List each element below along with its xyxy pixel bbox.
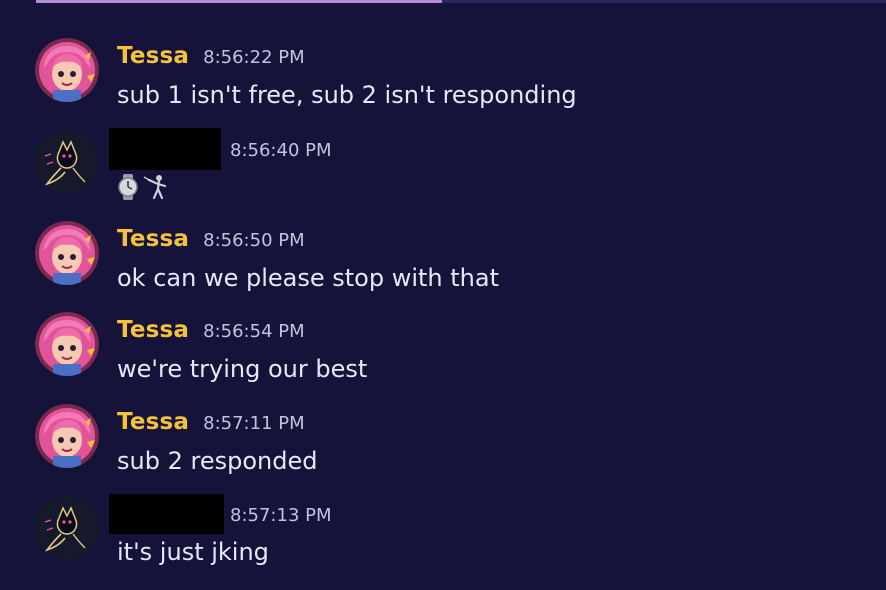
emoji-row [117, 174, 169, 204]
timestamp: 8:57:13 PM [230, 505, 332, 526]
message-text: we're trying our best [117, 355, 368, 383]
avatar-tessa[interactable] [35, 38, 99, 102]
avatar-tessa-image [35, 221, 99, 285]
timestamp: 8:56:50 PM [203, 230, 305, 251]
message-text: sub 2 responded [117, 447, 318, 475]
timestamp: 8:56:22 PM [203, 47, 305, 68]
watch-icon [117, 174, 139, 204]
redacted-username [109, 494, 224, 534]
author-name[interactable]: Tessa [117, 226, 189, 252]
top-divider-highlight [36, 0, 442, 3]
message-text: sub 1 isn't free, sub 2 isn't responding [117, 81, 577, 109]
person-fencing-icon [143, 174, 169, 204]
avatar-cat-image [35, 496, 99, 560]
avatar-tessa-image [35, 312, 99, 376]
author-name[interactable]: Tessa [117, 317, 189, 343]
redacted-username [109, 128, 221, 170]
avatar-tessa[interactable] [35, 404, 99, 468]
avatar-tessa[interactable] [35, 221, 99, 285]
timestamp: 8:57:11 PM [203, 413, 305, 434]
message-text: ok can we please stop with that [117, 264, 499, 292]
avatar-tessa[interactable] [35, 312, 99, 376]
timestamp: 8:56:40 PM [230, 140, 332, 161]
avatar-user[interactable] [35, 130, 99, 194]
avatar-cat-image [35, 130, 99, 194]
timestamp: 8:56:54 PM [203, 321, 305, 342]
author-name[interactable]: Tessa [117, 43, 189, 69]
avatar-tessa-image [35, 38, 99, 102]
message-text: it's just jking [117, 538, 269, 566]
author-name[interactable]: Tessa [117, 409, 189, 435]
avatar-tessa-image [35, 404, 99, 468]
chat-view: Tessa 8:56:22 PM sub 1 isn't free, sub 2… [0, 0, 886, 590]
avatar-user[interactable] [35, 496, 99, 560]
